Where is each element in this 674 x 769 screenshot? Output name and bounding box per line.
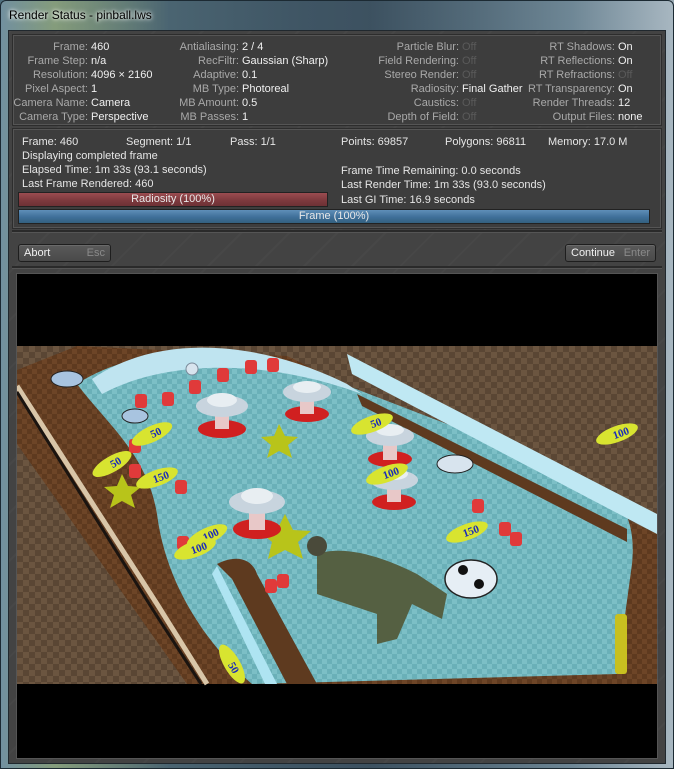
info-mb-type: MB Type: Photoreal (192, 83, 290, 95)
frame-progress-bar: Frame (100%) (18, 209, 650, 224)
status-message: Displaying completed frame (22, 150, 158, 162)
info-antialiasing: Antialiasing: 2 / 4 (179, 41, 264, 53)
info-camera-name: Camera Name: Camera (13, 97, 131, 109)
info-rt-transparency: RT Transparency: On (527, 83, 633, 95)
status-last-frame-rendered: Last Frame Rendered: 460 (22, 178, 154, 190)
info-mb-amount: MB Amount: 0.5 (179, 97, 258, 109)
info-field-rendering: Field Rendering: Off (378, 55, 477, 67)
window-client: Frame: 460 Frame Step: n/a Resolution: 4096… (8, 30, 666, 764)
info-rt-reflections: RT Reflections: On (540, 55, 633, 67)
radiosity-progress-label: Radiosity (100%) (131, 193, 215, 205)
info-mb-passes: MB Passes: 1 (180, 111, 249, 123)
info-render-threads: Render Threads: 12 (532, 97, 631, 109)
info-caustics: Caustics: Off (413, 97, 477, 109)
pinball-ball (185, 362, 199, 376)
info-frame: Frame: 460 (53, 41, 110, 53)
status-last-gi-time: Last GI Time: 16.9 seconds (341, 194, 475, 206)
continue-button-label: Continue (571, 247, 616, 259)
divider (12, 230, 662, 233)
status-frame-time-remaining: Frame Time Remaining: 0.0 seconds (341, 165, 521, 177)
abort-button[interactable]: Abort Esc (18, 244, 111, 262)
status-polygons: Polygons: 96811 (445, 136, 527, 148)
continue-button[interactable]: Continue Enter (565, 244, 656, 262)
render-preview: 50 50 150 100 100 100 150 50 100 50 (16, 273, 658, 759)
status-segment: Segment: 1/1 (126, 136, 192, 148)
render-settings-panel: Frame: 460 Frame Step: n/a Resolution: 4096… (12, 34, 662, 126)
status-elapsed-time: Elapsed Time: 1m 33s (93.1 seconds) (22, 164, 207, 176)
status-memory: Memory: 17.0 M (548, 136, 628, 148)
continue-shortcut-hint: Enter (623, 247, 650, 259)
divider (12, 266, 662, 269)
info-radiosity: Radiosity: Final Gather (410, 83, 523, 95)
info-frame-step: Frame Step: n/a (27, 55, 107, 67)
info-output-files: Output Files: none (552, 111, 643, 123)
info-rt-shadows: RT Shadows: On (549, 41, 633, 53)
status-points: Points: 69857 (341, 136, 409, 148)
info-adaptive: Adaptive: 0.1 (193, 69, 258, 81)
info-recfiltr: RecFiltr: Gaussian (Sharp) (198, 55, 329, 67)
ball-patch (458, 565, 468, 575)
abort-shortcut-hint: Esc (86, 247, 105, 259)
soccer-ball-decal (50, 370, 84, 388)
status-frame: Frame: 460 (22, 136, 79, 148)
info-stereo-render: Stereo Render: Off (384, 69, 477, 81)
info-particle-blur: Particle Blur: Off (396, 41, 477, 53)
soccer-ball-decal (444, 559, 498, 599)
window-title: Render Status - pinball.lws (9, 8, 152, 22)
info-pixel-aspect: Pixel Aspect: 1 (25, 83, 98, 95)
info-rt-refractions: RT Refractions: Off (538, 69, 633, 81)
radiosity-progress-bar: Radiosity (100%) (18, 192, 328, 207)
soccer-ball-decal (436, 454, 474, 474)
rendered-image: 50501501001001001505010050 (17, 274, 657, 758)
status-pass: Pass: 1/1 (230, 136, 276, 148)
frame-progress-label: Frame (100%) (298, 210, 370, 222)
player-head (307, 536, 327, 556)
info-depth-of-field: Depth of Field: Off (387, 111, 477, 123)
soccer-ball-decal (121, 408, 149, 424)
abort-button-label: Abort (24, 247, 51, 259)
ball-patch (474, 579, 484, 589)
title-bar[interactable]: Render Status - pinball.lws (1, 1, 673, 31)
status-last-render-time: Last Render Time: 1m 33s (93.0 seconds) (341, 179, 546, 191)
render-status-window: Render Status - pinball.lws Frame: 460 Fr… (0, 0, 674, 769)
